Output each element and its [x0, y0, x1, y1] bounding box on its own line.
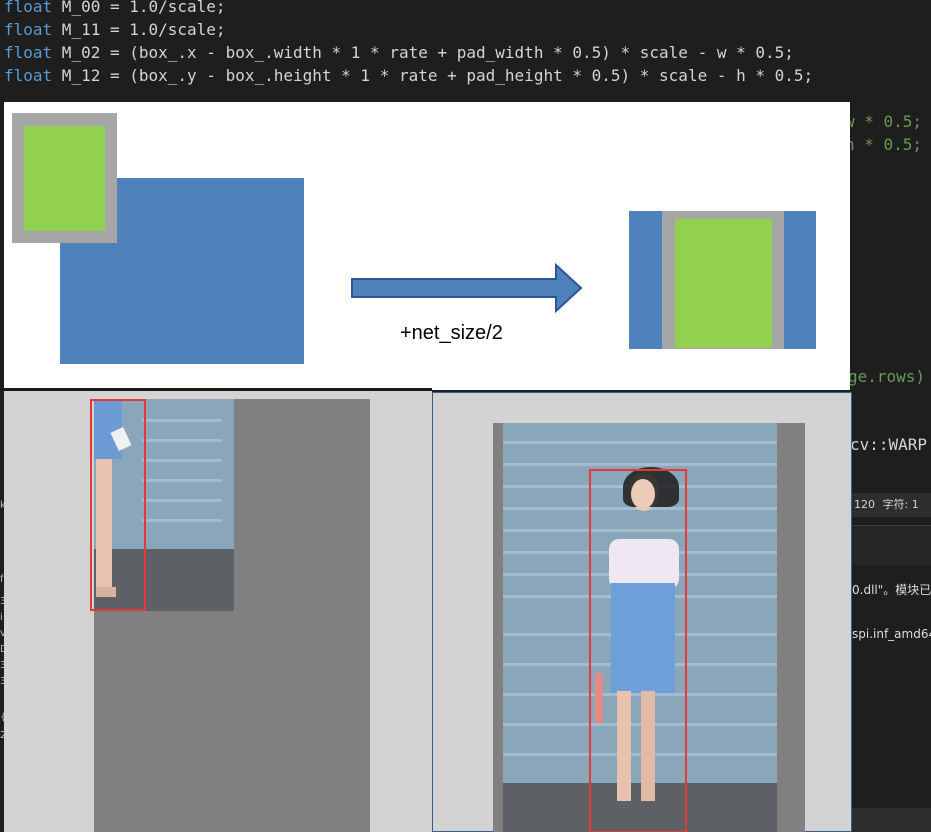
keyword: float — [4, 43, 53, 62]
keyword: float — [4, 0, 53, 16]
padding-diagram: +net_size/2 — [4, 102, 850, 390]
bottom-bar — [850, 808, 931, 832]
arrow-label: +net_size/2 — [400, 322, 503, 344]
code-text: M_02 = (box_.x - box_.width * 1 * rate +… — [52, 43, 794, 62]
output-line: spi.inf_amd64 — [852, 627, 931, 641]
code-text: M_11 = 1.0/scale; — [52, 20, 226, 39]
keyword: float — [4, 66, 53, 85]
code-text: M_00 = 1.0/scale; — [52, 0, 226, 16]
keyword: float — [4, 20, 53, 39]
image-window-after[interactable] — [432, 392, 852, 832]
bounding-box — [90, 399, 146, 611]
crop-box-rect — [675, 219, 772, 348]
code-line[interactable]: float M_02 = (box_.x - box_.width * 1 * … — [4, 41, 794, 64]
output-panel-header — [850, 525, 931, 565]
bounding-box — [589, 469, 687, 832]
code-fragment: cv::WARP — [850, 435, 928, 454]
editor-status-bar: 120 字符: 1 — [850, 493, 931, 517]
code-line[interactable]: float M_00 = 1.0/scale; — [4, 0, 226, 18]
image-window-before[interactable] — [4, 388, 432, 832]
code-line[interactable]: float M_12 = (box_.y - box_.height * 1 *… — [4, 64, 813, 87]
code-fragment: w * 0.5; — [845, 112, 923, 131]
code-fragment: h * 0.5; — [845, 135, 923, 154]
right-arrow-icon — [351, 262, 583, 314]
crop-box-rect — [24, 126, 105, 231]
char-indicator: 字符: 1 — [882, 498, 919, 511]
column-indicator: 120 — [854, 498, 875, 511]
output-line: 0.dll"。模块已 — [852, 583, 931, 597]
code-fragment: ge.rows) — [848, 367, 926, 386]
code-text: M_12 = (box_.y - box_.height * 1 * rate … — [52, 66, 814, 85]
code-line[interactable]: float M_11 = 1.0/scale; — [4, 18, 226, 41]
